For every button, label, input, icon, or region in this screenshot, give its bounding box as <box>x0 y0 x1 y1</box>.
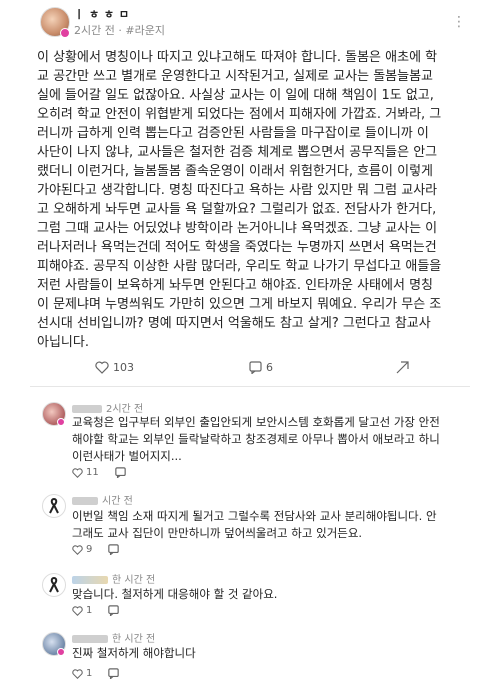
comment-reply-button[interactable] <box>108 544 120 555</box>
comment-actions: 11 <box>72 467 126 478</box>
like-button[interactable]: 103 <box>95 361 134 374</box>
comment-icon <box>249 361 262 374</box>
commenter-name-redacted <box>72 405 102 413</box>
comment-time: 한 시간 전 <box>112 634 156 645</box>
post-author[interactable]: ㅣ ㅎ ㅎ ㅁ <box>74 6 129 22</box>
post-actions: 103 6 <box>0 355 500 379</box>
comment-count: 6 <box>266 361 273 374</box>
comment-like-count: 1 <box>86 668 93 679</box>
commenter-name-redacted <box>72 635 108 643</box>
heart-icon <box>72 467 83 478</box>
comment-reply-button[interactable] <box>108 668 120 679</box>
comment-icon <box>108 605 120 616</box>
commenter-name-redacted <box>72 576 108 584</box>
comment-text: 이번일 책임 소재 따지게 될거고 그럴수록 전담사와 교사 분리해야됩니다. … <box>72 509 437 540</box>
online-badge-icon <box>60 28 70 38</box>
post-divider <box>30 386 470 387</box>
commenter-meta: 한 시간 전 <box>72 630 155 645</box>
commenter-avatar[interactable] <box>42 494 66 518</box>
comment-text: 진짜 철저하게 해야합니다 <box>72 646 196 660</box>
comment-text: 교육청은 입구부터 외부인 출입안되게 보안시스템 호화롭게 달고선 가장 안전… <box>72 415 440 463</box>
comment-like-count: 1 <box>86 605 93 616</box>
comment-time: 한 시간 전 <box>112 575 156 586</box>
comment-icon <box>108 544 120 555</box>
online-badge-icon <box>57 418 65 426</box>
online-badge-icon <box>57 648 65 656</box>
heart-icon <box>72 605 83 616</box>
commenter-meta: 2시간 전 <box>72 400 143 415</box>
comment-icon <box>108 668 120 679</box>
comment-icon <box>114 467 126 478</box>
post-meta: 2시간 전 · #라운지 <box>74 22 165 38</box>
ribbon-icon <box>49 497 59 514</box>
comment-like-button[interactable]: 1 <box>72 605 92 616</box>
heart-icon <box>95 361 109 374</box>
like-count: 103 <box>113 361 134 374</box>
comment-like-count: 11 <box>86 467 99 478</box>
comment-like-count: 9 <box>86 544 93 555</box>
comment-actions: 9 <box>72 544 120 555</box>
comment-like-button[interactable]: 11 <box>72 467 99 478</box>
commenter-avatar[interactable] <box>42 573 66 597</box>
comment-reply-button[interactable] <box>114 467 126 478</box>
comment-text: 맞습니다. 철저하게 대응해야 할 것 같아요. <box>72 587 278 601</box>
comment-actions: 1 <box>72 605 120 616</box>
comment-like-button[interactable]: 1 <box>72 668 92 679</box>
heart-icon <box>72 544 83 555</box>
more-options-icon[interactable]: ⋮ <box>452 14 467 30</box>
post-category[interactable]: #라운지 <box>125 24 165 37</box>
heart-icon <box>72 668 83 679</box>
commenter-meta: 한 시간 전 <box>72 571 155 586</box>
comment-actions: 1 <box>72 668 120 679</box>
post-time: 2시간 전 <box>74 24 115 37</box>
comment-reply-button[interactable] <box>108 605 120 616</box>
comment-button[interactable]: 6 <box>249 361 273 374</box>
comment-time: 시간 전 <box>102 496 133 507</box>
commenter-meta: 시간 전 <box>72 492 133 507</box>
post-body: 이 상황에서 명칭이나 따지고 있냐고해도 따져야 합니다. 돌봄은 애초에 학… <box>37 50 442 350</box>
share-icon <box>396 361 409 374</box>
comment-like-button[interactable]: 9 <box>72 544 92 555</box>
share-button[interactable] <box>396 361 409 374</box>
commenter-name-redacted <box>72 497 98 505</box>
ribbon-icon <box>49 576 59 593</box>
